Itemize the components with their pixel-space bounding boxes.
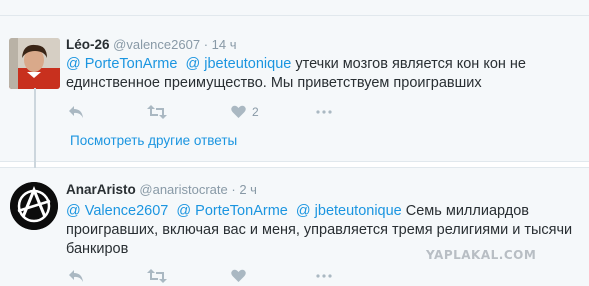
timestamp[interactable]: 2 ч bbox=[239, 182, 257, 197]
like-count: 2 bbox=[252, 105, 259, 119]
mention-link[interactable]: @ jbeteutonique bbox=[186, 56, 292, 72]
tweet-header: Léo-26 @valence2607 · 14 ч bbox=[66, 37, 237, 52]
reply-button[interactable] bbox=[68, 103, 84, 121]
reply-icon bbox=[69, 106, 83, 118]
heart-icon bbox=[231, 105, 246, 118]
mention-link[interactable]: @ Valence2607 bbox=[66, 203, 168, 219]
retweet-button[interactable] bbox=[147, 103, 167, 121]
tweet-text-line: банкиров bbox=[66, 241, 129, 257]
tweet-leo[interactable]: Léo-26 @valence2607 · 14 ч @ PorteTonArm… bbox=[0, 16, 589, 161]
tweet-text-line: утечки мозгов является кон кон не bbox=[295, 56, 526, 72]
display-name[interactable]: Léo-26 bbox=[66, 37, 110, 52]
separator: · bbox=[203, 37, 209, 52]
tweet-anararisto[interactable]: AnarAristo @anaristocrate · 2 ч @ Valenc… bbox=[0, 168, 589, 286]
reply-button[interactable] bbox=[68, 267, 84, 285]
tweet-text-line: проигравших, включая вас и меня, управля… bbox=[66, 222, 573, 238]
display-name[interactable]: AnarAristo bbox=[66, 182, 136, 197]
separator: · bbox=[231, 182, 236, 197]
tweet-text: @ PorteTonArme @ jbeteutonique утечки мо… bbox=[66, 55, 576, 93]
retweet-button[interactable] bbox=[147, 267, 167, 285]
avatar[interactable] bbox=[9, 38, 60, 89]
tweet-text-line: Семь миллиардов bbox=[405, 203, 529, 219]
mention-link[interactable]: @ jbeteutonique bbox=[296, 203, 402, 219]
previous-tweet-strip bbox=[0, 0, 589, 16]
retweet-icon bbox=[147, 269, 167, 283]
more-button[interactable] bbox=[316, 267, 332, 285]
mention-link[interactable]: @ PorteTonArme bbox=[66, 56, 177, 72]
more-icon bbox=[316, 110, 332, 114]
site-watermark: YAPLAKAL.COM bbox=[426, 248, 537, 262]
retweet-icon bbox=[147, 105, 167, 119]
more-button[interactable] bbox=[316, 103, 332, 121]
heart-icon bbox=[231, 269, 246, 282]
thread-connector bbox=[34, 88, 36, 168]
reply-icon bbox=[69, 270, 83, 282]
tweet-text-line: единственное преимущество. Мы приветству… bbox=[66, 75, 482, 91]
user-handle[interactable]: @anaristocrate bbox=[139, 182, 227, 197]
avatar[interactable] bbox=[10, 182, 58, 230]
more-icon bbox=[316, 274, 332, 278]
mention-link[interactable]: @ PorteTonArme bbox=[176, 203, 287, 219]
show-more-replies-link[interactable]: Посмотреть другие ответы bbox=[70, 133, 237, 148]
tweet-header: AnarAristo @anaristocrate · 2 ч bbox=[66, 182, 257, 197]
divider bbox=[0, 161, 589, 168]
like-button[interactable]: 2 bbox=[231, 103, 259, 121]
like-button[interactable] bbox=[231, 267, 246, 285]
user-handle[interactable]: @valence2607 bbox=[113, 37, 200, 52]
timestamp[interactable]: 14 ч bbox=[212, 37, 237, 52]
twitter-thread: Léo-26 @valence2607 · 14 ч @ PorteTonArm… bbox=[0, 0, 589, 286]
